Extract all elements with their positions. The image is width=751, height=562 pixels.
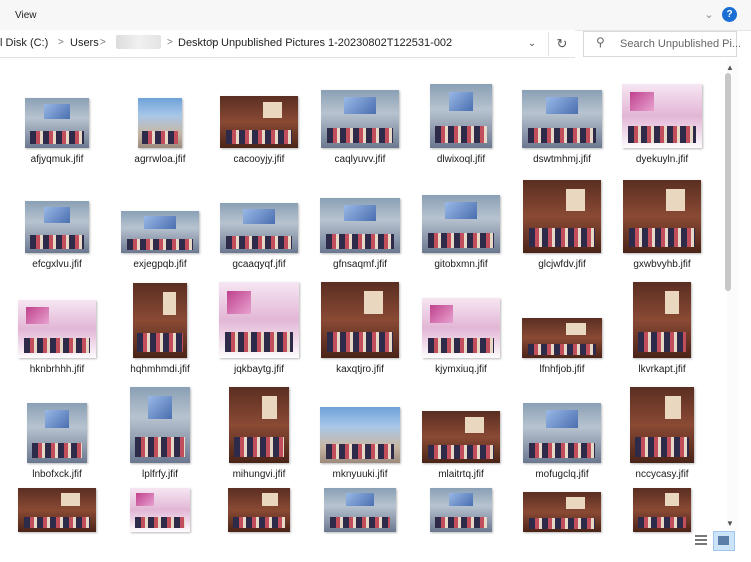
details-view-icon[interactable]: [695, 535, 707, 547]
file-name-label[interactable]: mihungvi.jfif: [209, 469, 309, 480]
file-name-label[interactable]: jqkbaytg.jfif: [209, 364, 309, 375]
image-thumbnail[interactable]: [229, 387, 289, 463]
image-thumbnail[interactable]: [422, 411, 500, 463]
image-thumbnail[interactable]: [130, 488, 190, 532]
image-thumbnail[interactable]: [522, 90, 602, 148]
image-thumbnail[interactable]: [18, 488, 96, 532]
image-thumbnail[interactable]: [523, 492, 601, 532]
image-thumbnail[interactable]: [633, 488, 691, 532]
file-name-label[interactable]: mofugclq.jfif: [512, 469, 612, 480]
file-name-label[interactable]: hqhmhmdi.jfif: [110, 364, 210, 375]
image-thumbnail[interactable]: [321, 282, 399, 358]
file-name-label[interactable]: nccycasy.jfif: [612, 469, 712, 480]
image-thumbnail[interactable]: [422, 298, 500, 358]
image-thumbnail[interactable]: [523, 180, 601, 253]
large-icons-view-icon[interactable]: [713, 531, 735, 551]
file-name-label[interactable]: kjymxiuq.jfif: [411, 364, 511, 375]
file-name-label[interactable]: hknbrhhh.jfif: [7, 364, 107, 375]
image-thumbnail[interactable]: [320, 198, 400, 253]
collapse-ribbon-icon[interactable]: ⌄: [702, 8, 716, 22]
image-thumbnail[interactable]: [622, 84, 702, 148]
image-thumbnail[interactable]: [422, 195, 500, 253]
image-thumbnail[interactable]: [430, 84, 492, 148]
image-thumbnail[interactable]: [133, 283, 187, 358]
image-thumbnail[interactable]: [219, 282, 299, 358]
image-thumbnail[interactable]: [430, 488, 492, 532]
file-name-label[interactable]: exjegpqb.jfif: [110, 259, 210, 270]
file-name-label[interactable]: gfnsaqmf.jfif: [310, 259, 410, 270]
file-name-label[interactable]: lnbofxck.jfif: [7, 469, 107, 480]
file-name-label[interactable]: dswtmhmj.jfif: [512, 154, 612, 165]
file-name-label[interactable]: lplfrfy.jfif: [110, 469, 210, 480]
file-name-label[interactable]: cacooyjy.jfif: [209, 154, 309, 165]
breadcrumb-separator: >: [58, 37, 64, 48]
refresh-icon[interactable]: ↻: [548, 32, 575, 56]
redacted-username: [116, 35, 161, 49]
breadcrumb-separator: >: [100, 37, 106, 48]
image-thumbnail[interactable]: [121, 211, 199, 253]
image-thumbnail[interactable]: [138, 98, 182, 148]
address-history-dropdown-icon[interactable]: ⌄: [522, 35, 542, 53]
image-thumbnail[interactable]: [320, 407, 400, 463]
breadcrumb-users[interactable]: Users: [70, 37, 99, 49]
scroll-up-arrow-icon[interactable]: ▲: [726, 63, 734, 72]
image-thumbnail[interactable]: [228, 488, 290, 532]
file-name-label[interactable]: afjyqmuk.jfif: [7, 154, 107, 165]
view-menu[interactable]: View: [15, 10, 37, 21]
image-thumbnail[interactable]: [18, 300, 96, 358]
file-name-label[interactable]: kaxqtjro.jfif: [310, 364, 410, 375]
breadcrumb-current-folder[interactable]: Unpublished Pictures 1-20230802T122531-0…: [221, 37, 452, 49]
file-name-label[interactable]: mlaitrtq.jfif: [411, 469, 511, 480]
file-name-label[interactable]: mknyuuki.jfif: [310, 469, 410, 480]
image-thumbnail[interactable]: [523, 403, 601, 463]
image-thumbnail[interactable]: [220, 203, 298, 253]
file-name-label[interactable]: gcaaqyqf.jfif: [209, 259, 309, 270]
image-thumbnail[interactable]: [220, 96, 298, 148]
image-thumbnail[interactable]: [324, 488, 396, 532]
image-thumbnail[interactable]: [633, 282, 691, 358]
file-name-label[interactable]: gxwbvyhb.jfif: [612, 259, 712, 270]
file-name-label[interactable]: dyekuyln.jfif: [612, 154, 712, 165]
image-thumbnail[interactable]: [623, 180, 701, 253]
breadcrumb-drive[interactable]: l Disk (C:): [0, 37, 48, 49]
file-name-label[interactable]: glcjwfdv.jfif: [512, 259, 612, 270]
file-name-label[interactable]: efcgxlvu.jfif: [7, 259, 107, 270]
image-thumbnail[interactable]: [27, 403, 87, 463]
file-name-label[interactable]: caqlyuvv.jfif: [310, 154, 410, 165]
help-icon[interactable]: ?: [722, 7, 737, 22]
image-thumbnail[interactable]: [25, 98, 89, 148]
search-input[interactable]: Search Unpublished Pi...: [620, 38, 741, 50]
breadcrumb-separator: >: [167, 37, 173, 48]
image-thumbnail[interactable]: [522, 318, 602, 358]
image-thumbnail[interactable]: [321, 90, 399, 148]
image-thumbnail[interactable]: [25, 201, 89, 253]
file-name-label[interactable]: gitobxmn.jfif: [411, 259, 511, 270]
scroll-down-arrow-icon[interactable]: ▼: [726, 519, 734, 528]
file-name-label[interactable]: lfnhfjob.jfif: [512, 364, 612, 375]
image-thumbnail[interactable]: [630, 387, 694, 463]
image-thumbnail[interactable]: [130, 387, 190, 463]
breadcrumb-separator: >: [210, 37, 216, 48]
file-name-label[interactable]: agrrwloa.jfif: [110, 154, 210, 165]
ribbon: View ⌄ ?: [0, 0, 751, 31]
scrollbar-thumb[interactable]: [725, 73, 731, 291]
file-name-label[interactable]: lkvrkapt.jfif: [612, 364, 712, 375]
search-icon: ⚲: [596, 35, 605, 49]
file-name-label[interactable]: dlwixoql.jfif: [411, 154, 511, 165]
search-box[interactable]: ⚲ Search Unpublished Pi...: [583, 31, 741, 57]
